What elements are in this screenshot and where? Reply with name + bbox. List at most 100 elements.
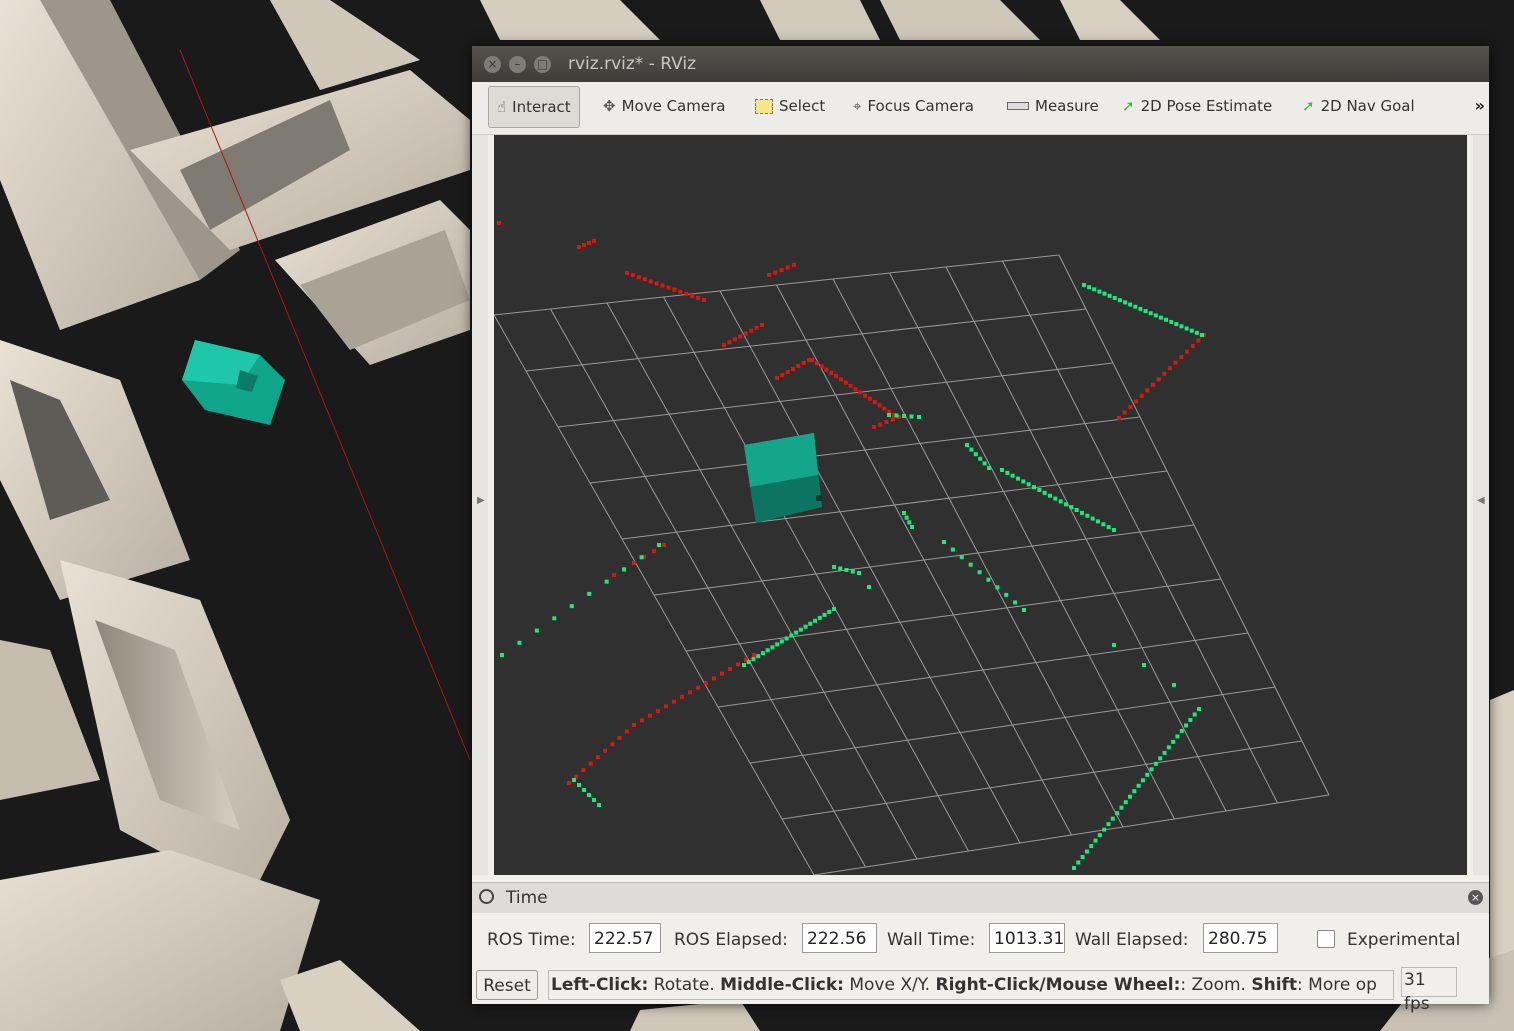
scan-point [680,695,684,699]
scan-point [1179,728,1184,733]
scan-point [850,569,855,574]
scan-point [977,570,982,575]
time-panel: ROS Time: 222.57 ROS Elapsed: 222.56 Wal… [472,914,1489,960]
scan-point [917,415,921,419]
scan-point [581,768,586,773]
scan-point [1164,317,1169,322]
scan-point [1145,388,1150,393]
scan-point [910,525,914,529]
scan-point [834,374,839,379]
scan-point [789,633,794,638]
scan-point [995,585,1000,590]
ros-elapsed-label: ROS Elapsed: [674,930,788,950]
close-window-button[interactable]: × [484,56,501,73]
wall-time-field[interactable]: 1013.31 [989,923,1065,953]
toolbar-overflow-button[interactable]: » [1475,96,1485,115]
scan-point [1102,291,1107,296]
tool-interact[interactable]: ☝ Interact [488,86,580,128]
scan-point [775,376,779,380]
scan-point [773,270,778,275]
scan-point [1037,488,1042,492]
scan-point [1197,707,1201,711]
right-panel-collapse[interactable]: ◀ [1473,135,1489,875]
tool-focus-camera[interactable]: ⌖ Focus Camera [853,89,974,123]
title-bar[interactable]: × – □ rviz.rviz* - RViz [472,46,1489,82]
hint-text: Rotate. [648,975,721,995]
ros-time-field[interactable]: 222.57 [589,923,661,953]
scan-point [569,604,574,609]
render-3d-view[interactable] [494,135,1467,875]
hint-text: : Zoom. [1180,975,1252,995]
scan-point [736,662,740,667]
ros-elapsed-field[interactable]: 222.56 [802,923,877,953]
tool-label: 2D Pose Estimate [1140,97,1273,115]
scan-point [636,275,641,280]
scan-point [877,403,882,408]
tool-select[interactable]: Select [755,89,825,123]
focus-crosshair-icon: ⌖ [853,97,862,115]
scan-point [1128,794,1133,799]
scan-point [1142,663,1146,667]
scan-point [666,285,671,290]
scan-point [1112,643,1116,647]
scan-point [1139,393,1144,398]
scan-point [813,618,818,623]
scan-point [672,699,676,704]
maximize-window-button[interactable]: □ [534,56,551,73]
scan-point [832,607,836,611]
scan-point [552,616,557,621]
scan-point [857,571,861,575]
scan-point [534,628,539,633]
scan-point [704,681,708,685]
tool-move-camera[interactable]: ✥ Move Camera [603,89,725,123]
tool-label: Focus Camera [867,97,974,115]
scan-point [1140,778,1145,783]
scan-point [765,648,770,653]
reset-button[interactable]: Reset [476,970,538,1000]
scan-point [582,243,586,247]
scan-point [968,562,973,567]
close-panel-icon[interactable]: × [1468,890,1483,905]
scan-point [672,287,677,292]
scan-point [610,742,615,747]
hint-key: Shift [1251,975,1298,995]
scan-point [1097,289,1102,294]
scan-point [625,271,629,275]
scan-point [592,239,596,243]
tool-2d-pose-estimate[interactable]: ➚ 2D Pose Estimate [1122,89,1272,123]
scan-point [902,414,906,418]
scan-point [1048,493,1052,498]
minimize-window-button[interactable]: – [509,56,526,73]
scan-point [1115,811,1120,816]
tool-label: Select [779,97,826,115]
scan-point [822,612,827,617]
scan-point [743,331,748,336]
scan-point [1085,513,1090,518]
scan-point [1153,761,1158,766]
tool-measure[interactable]: Measure [1007,89,1099,123]
scan-point [803,624,808,629]
scan-point [867,396,872,401]
scan-point [632,561,636,565]
wall-elapsed-field[interactable]: 280.75 [1203,923,1278,953]
scan-point [1162,371,1167,376]
scan-point [1080,510,1084,515]
rviz-window[interactable]: × – □ rviz.rviz* - RViz ☝ Interact ✥ Mov… [472,46,1489,1014]
scan-point [982,461,987,466]
scan-point [1090,516,1095,521]
experimental-checkbox[interactable] [1317,930,1335,948]
scan-point [1156,377,1161,382]
scan-point [796,364,801,368]
scan-point [767,273,771,277]
tool-2d-nav-goal[interactable]: ➚ 2D Nav Goal [1302,89,1415,123]
scan-point [1184,723,1189,728]
left-panel-collapse[interactable]: ▶ [472,135,488,875]
scan-point [779,639,784,644]
scan-point [1190,344,1195,349]
scan-point [1166,745,1171,750]
scan-point [1112,296,1117,301]
scan-point [587,241,591,245]
scan-point [1107,293,1112,298]
scan-point [1185,349,1189,354]
scan-point [1096,519,1100,524]
